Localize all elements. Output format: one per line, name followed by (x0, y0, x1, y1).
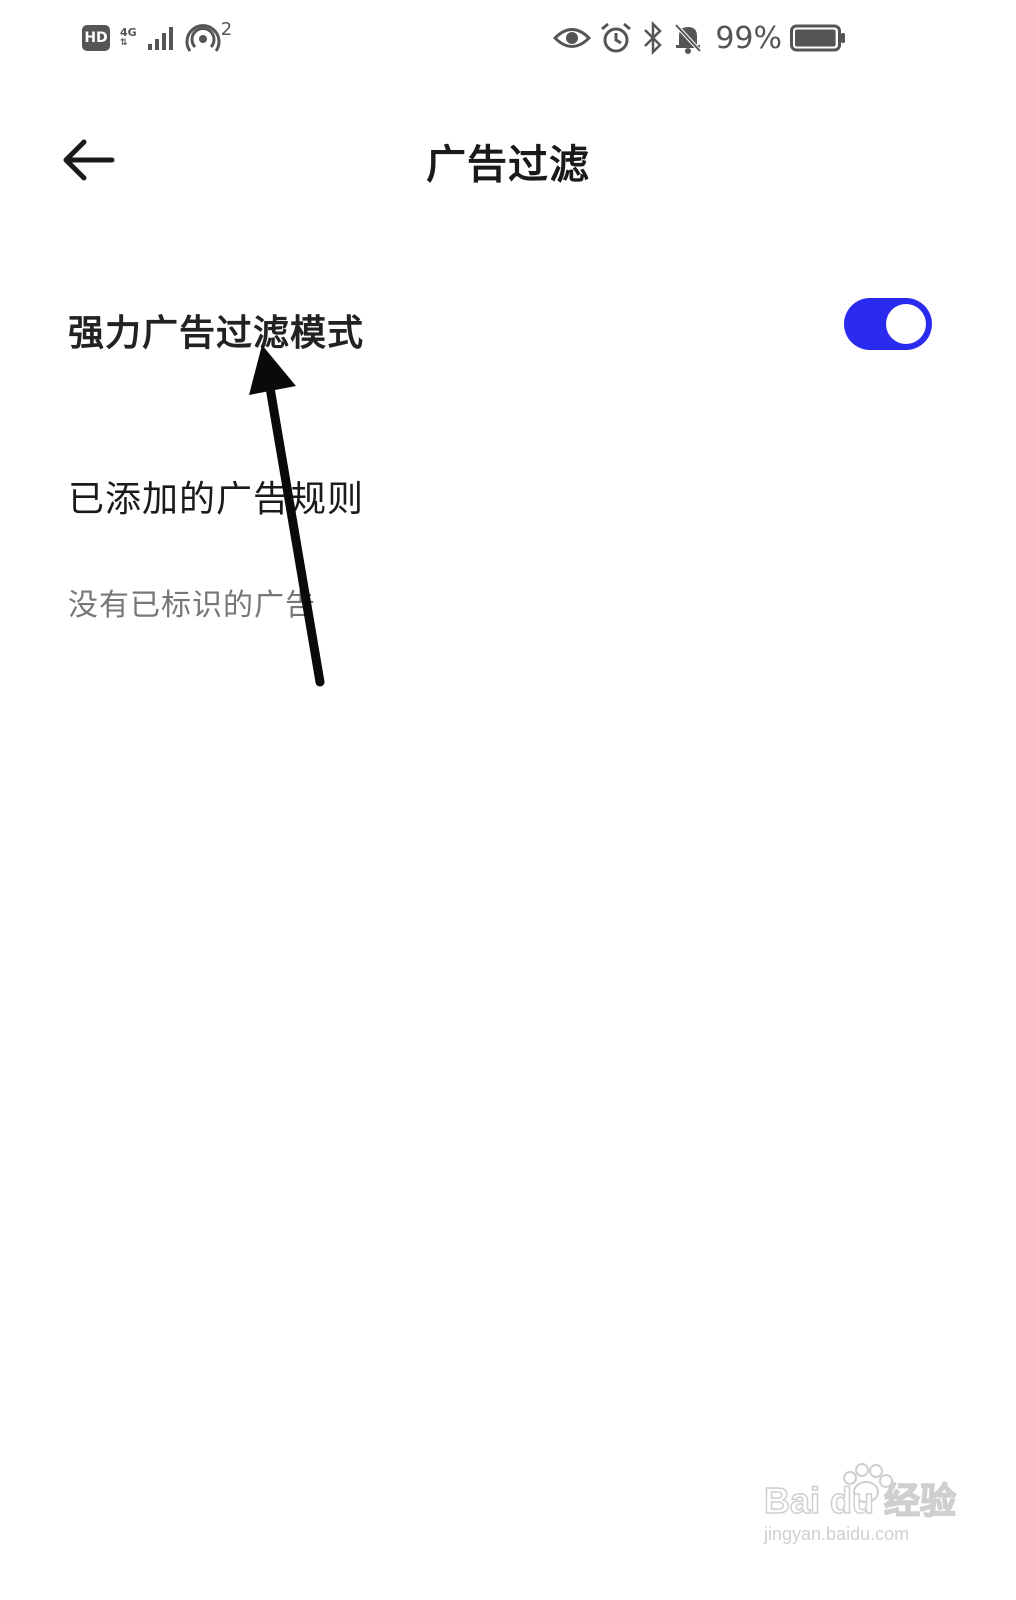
signal-icon (147, 27, 173, 50)
rules-section-title[interactable]: 已添加的广告规则 (68, 470, 364, 522)
bluetooth-icon (644, 21, 663, 55)
watermark: Bai du 经验 jingyan.baidu.com (763, 1462, 964, 1562)
strong-filter-toggle[interactable] (844, 298, 932, 350)
status-bar-right: 99% (553, 18, 846, 58)
network-type-indicator: 4G ⇅ (120, 26, 137, 48)
eye-icon (553, 28, 592, 48)
status-bar: HD 4G ⇅ 2 99% (0, 0, 1016, 80)
mute-bell-icon (674, 23, 702, 54)
watermark-logo: Bai du 经验 (763, 1479, 957, 1522)
battery-icon (790, 24, 845, 52)
status-bar-left: HD 4G ⇅ 2 (82, 18, 232, 58)
header: 广告过滤 (0, 110, 1016, 210)
hotspot-count: 2 (220, 18, 233, 40)
hd-icon: HD (82, 25, 110, 51)
strong-filter-label: 强力广告过滤模式 (68, 313, 365, 354)
page-title: 广告过滤 (426, 142, 590, 188)
watermark-url: jingyan.baidu.com (764, 1524, 910, 1544)
hotspot-icon (185, 24, 221, 52)
alarm-icon (601, 22, 632, 53)
network-type-label: 4G (120, 26, 137, 39)
hd-badge-label: HD (84, 30, 108, 46)
battery-percent: 99% (715, 20, 782, 56)
rules-empty-text: 没有已标识的广告 (68, 588, 316, 623)
strong-filter-row[interactable]: 强力广告过滤模式 (0, 270, 1016, 380)
annotation-arrow (249, 345, 325, 687)
toggle-knob (886, 304, 926, 344)
